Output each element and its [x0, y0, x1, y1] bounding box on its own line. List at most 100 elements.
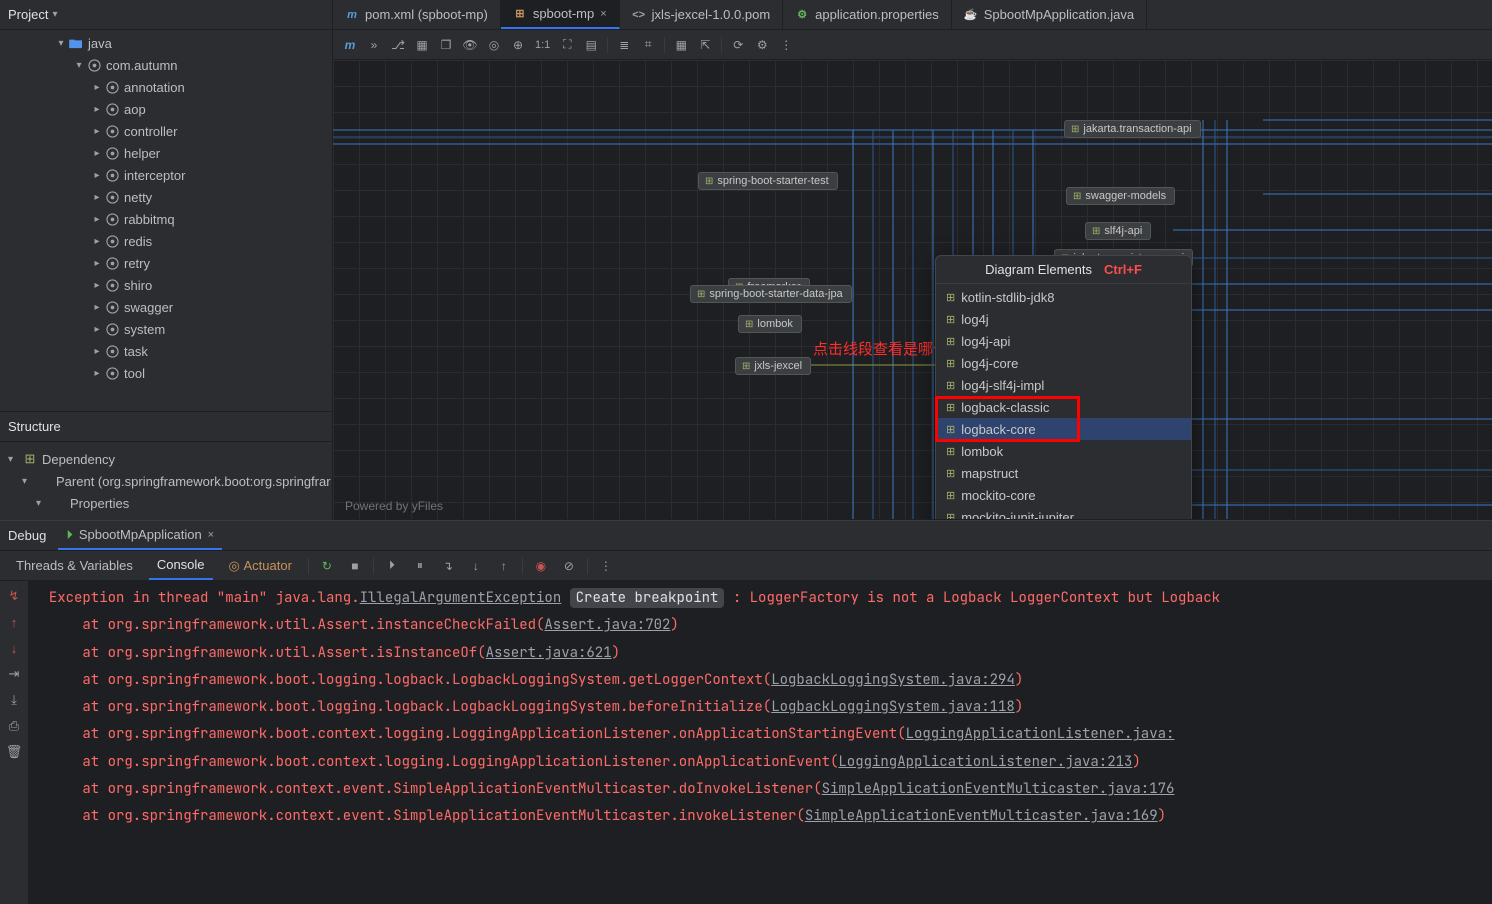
tree-arrow-icon[interactable]: ▸: [90, 148, 104, 159]
stack-trace-link[interactable]: LogbackLoggingSystem.java:118: [771, 698, 1015, 716]
stack-trace-link[interactable]: SimpleApplicationEventMulticaster.java:1…: [805, 807, 1158, 825]
stack-trace-link[interactable]: LoggingApplicationListener.java:: [906, 725, 1175, 743]
gear-toolbar-icon[interactable]: ⚙: [751, 34, 773, 56]
tree-arrow-icon[interactable]: ▸: [90, 346, 104, 357]
popup-item[interactable]: ⊞log4j: [936, 308, 1191, 330]
tree-arrow-icon[interactable]: ▸: [90, 82, 104, 93]
clear-icon[interactable]: 🗑: [5, 743, 23, 761]
eye-toolbar-icon[interactable]: 👁: [459, 34, 481, 56]
zoom-toolbar-icon[interactable]: ⊕: [507, 34, 529, 56]
tree-arrow-icon[interactable]: ▸: [90, 126, 104, 137]
tree-arrow-icon[interactable]: ▸: [90, 170, 104, 181]
tree-arrow-icon[interactable]: ▾: [22, 476, 36, 487]
scroll-icon[interactable]: ⤓: [5, 691, 23, 709]
step-out-icon[interactable]: ↑: [494, 556, 514, 576]
export-toolbar-icon[interactable]: ⇱: [694, 34, 716, 56]
tree-item[interactable]: ▸task: [0, 340, 332, 362]
tree-arrow-icon[interactable]: ▸: [90, 104, 104, 115]
tree-item[interactable]: ▾com.autumn: [0, 54, 332, 76]
tree-toolbar-icon[interactable]: ⎇: [387, 34, 409, 56]
tree-arrow-icon[interactable]: ▾: [54, 38, 68, 49]
tree-item[interactable]: ▸redis: [0, 230, 332, 252]
print-icon[interactable]: ⎙: [5, 717, 23, 735]
»-toolbar-icon[interactable]: »: [363, 34, 385, 56]
popup-item[interactable]: ⊞log4j-core: [936, 352, 1191, 374]
view-breakpoints-icon[interactable]: ◉: [531, 556, 551, 576]
threads-variables-tab[interactable]: Threads & Variables: [8, 551, 141, 580]
create-breakpoint-pill[interactable]: Create breakpoint: [570, 588, 725, 608]
target-toolbar-icon[interactable]: ◎: [483, 34, 505, 56]
grid-toolbar-icon[interactable]: ▦: [411, 34, 433, 56]
structure-panel-header[interactable]: Structure: [0, 412, 332, 442]
tree-arrow-icon[interactable]: ▾: [8, 454, 22, 465]
editor-tab[interactable]: mpom.xml (spboot-mp): [333, 0, 501, 29]
tree-item[interactable]: ▸aop: [0, 98, 332, 120]
tree-item[interactable]: ▸system: [0, 318, 332, 340]
project-panel-header[interactable]: Project ▾: [0, 0, 332, 30]
tree-arrow-icon[interactable]: ▸: [90, 236, 104, 247]
structure-row[interactable]: ▾⊞Dependency: [0, 448, 332, 470]
more-toolbar-icon[interactable]: ⋮: [775, 34, 797, 56]
console-tab[interactable]: Console: [149, 551, 213, 580]
tree-item[interactable]: ▸retry: [0, 252, 332, 274]
popup-item[interactable]: ⊞logback-classic: [936, 396, 1191, 418]
stop-icon[interactable]: ■: [345, 556, 365, 576]
popup-item[interactable]: ⊞logback-core: [936, 418, 1191, 440]
up-icon[interactable]: ↑: [5, 613, 23, 631]
tree-item[interactable]: ▸interceptor: [0, 164, 332, 186]
tree-item[interactable]: ▸controller: [0, 120, 332, 142]
close-icon[interactable]: ×: [600, 8, 606, 20]
tree-item[interactable]: ▸helper: [0, 142, 332, 164]
popup-item[interactable]: ⊞log4j-api: [936, 330, 1191, 352]
popup-item[interactable]: ⊞mockito-core: [936, 484, 1191, 506]
stack-trace-link[interactable]: Assert.java:702: [544, 616, 670, 634]
structure-row[interactable]: ▾Properties: [0, 492, 332, 514]
editor-tab[interactable]: ☕SpbootMpApplication.java: [952, 0, 1147, 29]
dependency-node[interactable]: ⊞spring-boot-starter-test: [698, 172, 838, 190]
popup-item[interactable]: ⊞lombok: [936, 440, 1191, 462]
tree-item[interactable]: ▸rabbitmq: [0, 208, 332, 230]
run-toolbar-icon[interactable]: ▦: [670, 34, 692, 56]
editor-tab[interactable]: <>jxls-jexcel-1.0.0.pom: [620, 0, 784, 29]
scroll-to-end-icon[interactable]: ↯: [5, 587, 23, 605]
tree-item[interactable]: ▸shiro: [0, 274, 332, 296]
diagram-elements-popup[interactable]: Diagram Elements Ctrl+F ⊞kotlin-stdlib-j…: [935, 255, 1192, 519]
tree-arrow-icon[interactable]: ▸: [90, 258, 104, 269]
popup-item[interactable]: ⊞mapstruct: [936, 462, 1191, 484]
more-icon[interactable]: ⋮: [596, 556, 616, 576]
popup-list[interactable]: ⊞kotlin-stdlib-jdk8⊞log4j⊞log4j-api⊞log4…: [936, 284, 1191, 519]
down-icon[interactable]: ↓: [5, 639, 23, 657]
stack-trace-link[interactable]: LogbackLoggingSystem.java:294: [771, 671, 1015, 689]
m-toolbar-icon[interactable]: m: [339, 34, 361, 56]
tree-arrow-icon[interactable]: ▸: [90, 192, 104, 203]
tree-arrow-icon[interactable]: ▾: [72, 60, 86, 71]
tree-arrow-icon[interactable]: ▸: [90, 214, 104, 225]
step-into-icon[interactable]: ↓: [466, 556, 486, 576]
cfg-toolbar-icon[interactable]: ≣: [613, 34, 635, 56]
diagram-toolbar[interactable]: m»⎇▦❐👁◎⊕1:1⛶▤≣⌗▦⇱⟳⚙⋮: [333, 30, 1492, 60]
editor-tab[interactable]: ⚙application.properties: [783, 0, 952, 29]
popup-item[interactable]: ⊞kotlin-stdlib-jdk8: [936, 286, 1191, 308]
tree-arrow-icon[interactable]: ▾: [36, 498, 50, 509]
tree-item[interactable]: ▸swagger: [0, 296, 332, 318]
soft-wrap-icon[interactable]: ⇥: [5, 665, 23, 683]
project-tree[interactable]: ▾java▾com.autumn▸annotation▸aop▸controll…: [0, 30, 332, 411]
dependency-node[interactable]: ⊞swagger-models: [1066, 187, 1175, 205]
tree-item[interactable]: ▸annotation: [0, 76, 332, 98]
grid2-toolbar-icon[interactable]: ▤: [580, 34, 602, 56]
layers-toolbar-icon[interactable]: ❐: [435, 34, 457, 56]
editor-tab[interactable]: ⊞spboot-mp×: [501, 0, 620, 29]
tree-arrow-icon[interactable]: ▸: [90, 302, 104, 313]
rerun-icon[interactable]: ↻: [317, 556, 337, 576]
step-over-icon[interactable]: ↴: [438, 556, 458, 576]
mute-breakpoints-icon[interactable]: ⊘: [559, 556, 579, 576]
pause-icon[interactable]: ⏸: [410, 556, 430, 576]
refresh-toolbar-icon[interactable]: ⟳: [727, 34, 749, 56]
console-output[interactable]: Exception in thread "main" java.lang.Ill…: [28, 581, 1492, 904]
tree-item[interactable]: ▸tool: [0, 362, 332, 384]
close-icon[interactable]: ×: [208, 529, 214, 541]
run-config-tab[interactable]: ⏵ SpbootMpApplication ×: [58, 521, 222, 550]
tree-arrow-icon[interactable]: ▸: [90, 368, 104, 379]
stack-trace-link[interactable]: LoggingApplicationListener.java:213: [838, 753, 1132, 771]
tree-arrow-icon[interactable]: ▸: [90, 324, 104, 335]
